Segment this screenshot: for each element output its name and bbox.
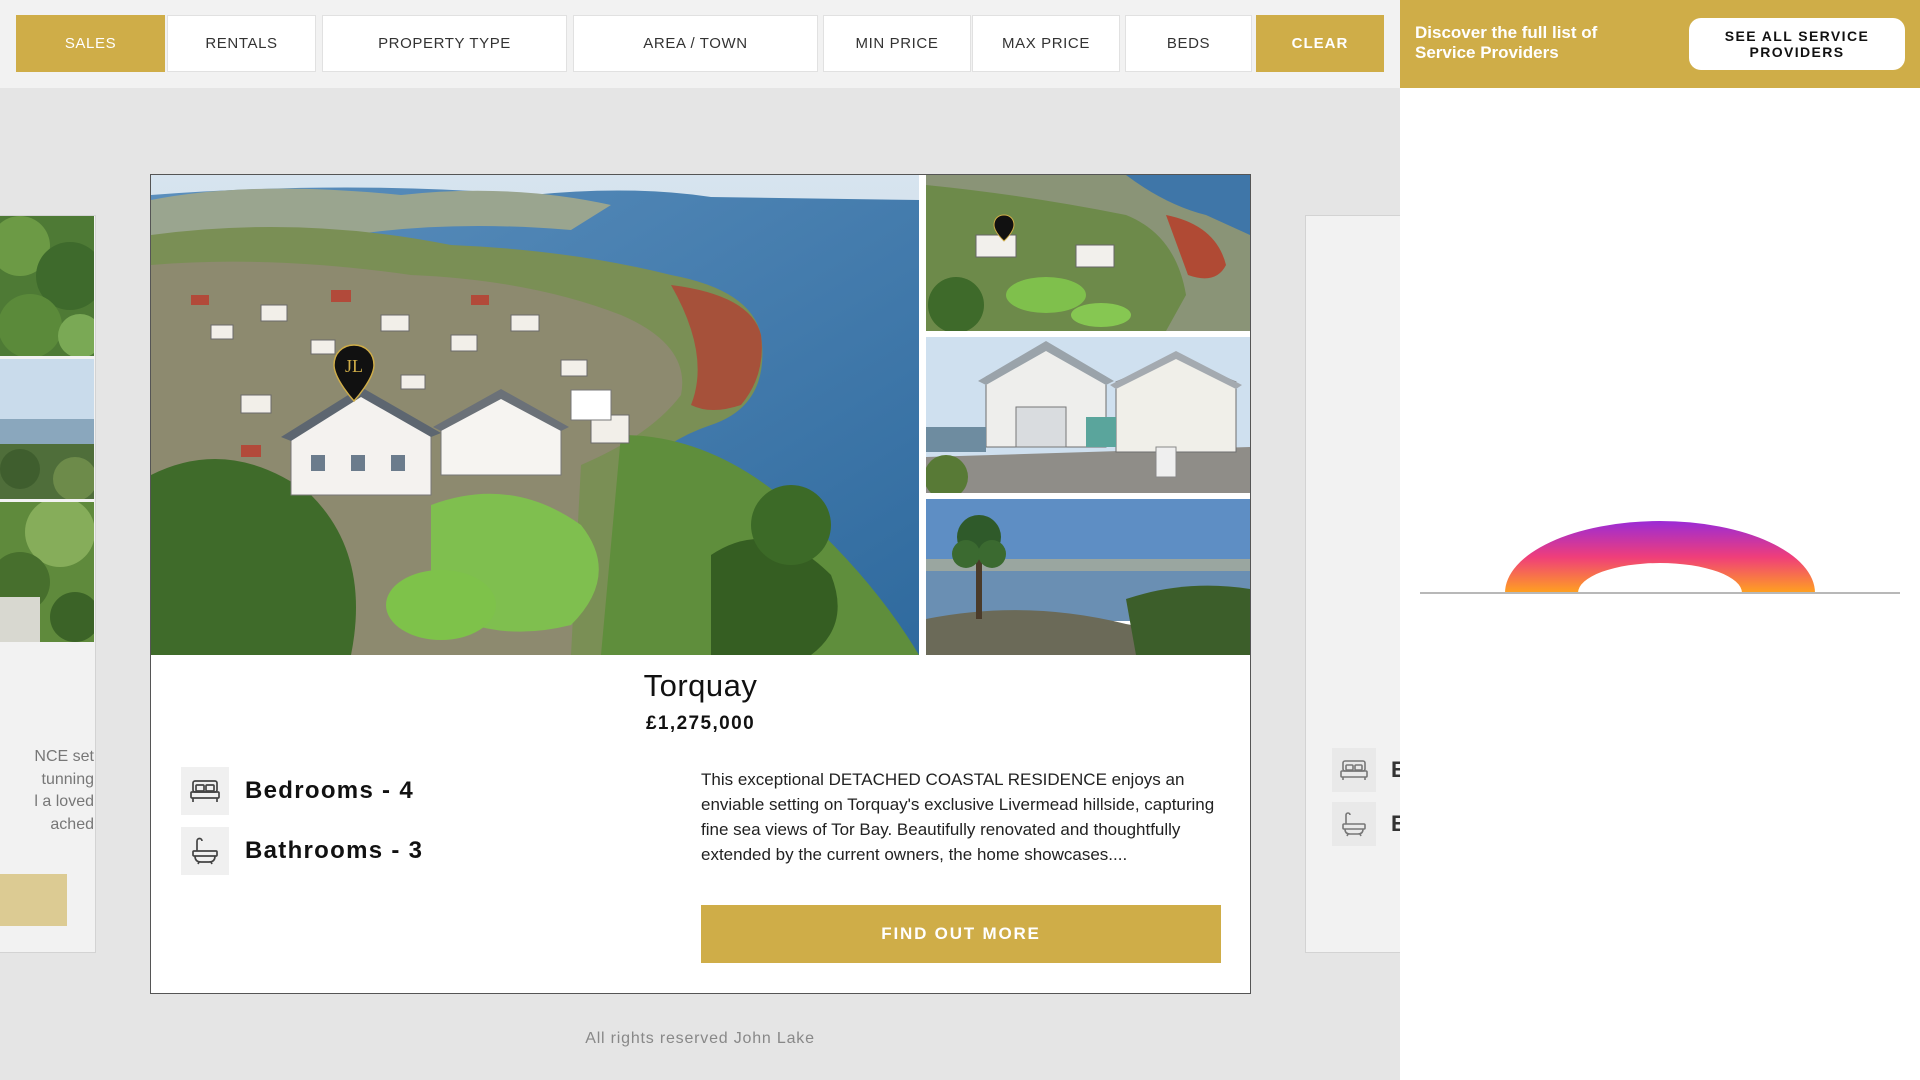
bedrooms-spec: Bedrooms - 4 xyxy=(181,767,414,815)
footer-copyright: All rights reserved John Lake xyxy=(585,1030,815,1047)
bed-icon xyxy=(181,767,229,815)
previous-listing-photo-3 xyxy=(0,497,95,642)
bathrooms-spec: Bathrooms - 3 xyxy=(181,827,423,875)
map-pin-icon: JL xyxy=(332,343,376,403)
filter-sales-tab[interactable]: SALES xyxy=(16,15,165,72)
property-listing-card: JL Torquay £1,275,000 Bedrooms - 4 Bathr… xyxy=(150,174,1251,994)
property-photo-gallery: JL xyxy=(151,175,1250,655)
filter-beds-dropdown[interactable]: BEDS xyxy=(1125,15,1252,72)
bedrooms-label: Bedrooms - 4 xyxy=(245,777,414,804)
bathrooms-label: Bathrooms - 3 xyxy=(245,837,424,864)
next-listing-card[interactable]: E E xyxy=(1305,215,1400,953)
filter-area-town-dropdown[interactable]: AREA / TOWN xyxy=(573,15,818,72)
service-providers-banner: Discover the full list of Service Provid… xyxy=(1400,0,1920,88)
property-thumbnail-3[interactable] xyxy=(926,499,1250,655)
service-providers-promo-text: Discover the full list of Service Provid… xyxy=(1415,23,1598,62)
listing-price: £1,275,000 xyxy=(645,713,756,734)
listing-town: Torquay xyxy=(643,668,758,703)
filter-rentals-tab[interactable]: RENTALS xyxy=(167,15,316,72)
next-listing-bathrooms-label: E xyxy=(1391,811,1400,837)
service-providers-sidebar: Discover the full list of Service Provid… xyxy=(1400,0,1920,1080)
filter-bar: SALES RENTALS PROPERTY TYPE AREA / TOWN … xyxy=(0,0,1400,88)
bath-icon xyxy=(181,827,229,875)
previous-listing-description: NCE set tunning l a loved ached xyxy=(34,748,94,833)
filter-max-price-dropdown[interactable]: MAX PRICE xyxy=(972,15,1120,72)
property-thumbnail-2[interactable] xyxy=(926,337,1250,493)
find-out-more-button[interactable]: FIND OUT MORE xyxy=(701,905,1221,963)
bed-icon xyxy=(1332,748,1376,792)
property-thumbnail-1[interactable] xyxy=(926,175,1250,331)
previous-listing-photo-2 xyxy=(0,359,95,501)
filter-min-price-dropdown[interactable]: MIN PRICE xyxy=(823,15,971,72)
previous-listing-photo-1 xyxy=(0,216,95,358)
see-all-service-providers-button[interactable]: SEE ALL SERVICE PROVIDERS xyxy=(1689,18,1905,70)
filter-clear-button[interactable]: CLEAR xyxy=(1256,15,1384,72)
next-listing-bedrooms-label: E xyxy=(1391,757,1400,783)
bath-icon xyxy=(1332,802,1376,846)
previous-listing-card[interactable]: NCE set tunning l a loved ached xyxy=(0,215,96,953)
svg-text:JL: JL xyxy=(345,356,363,376)
loading-spinner xyxy=(1420,500,1900,600)
property-main-photo[interactable]: JL xyxy=(151,175,919,655)
previous-listing-find-out-more-button[interactable] xyxy=(0,874,67,926)
filter-property-type-dropdown[interactable]: PROPERTY TYPE xyxy=(322,15,567,72)
listing-description: This exceptional DETACHED COASTAL RESIDE… xyxy=(701,770,1215,864)
